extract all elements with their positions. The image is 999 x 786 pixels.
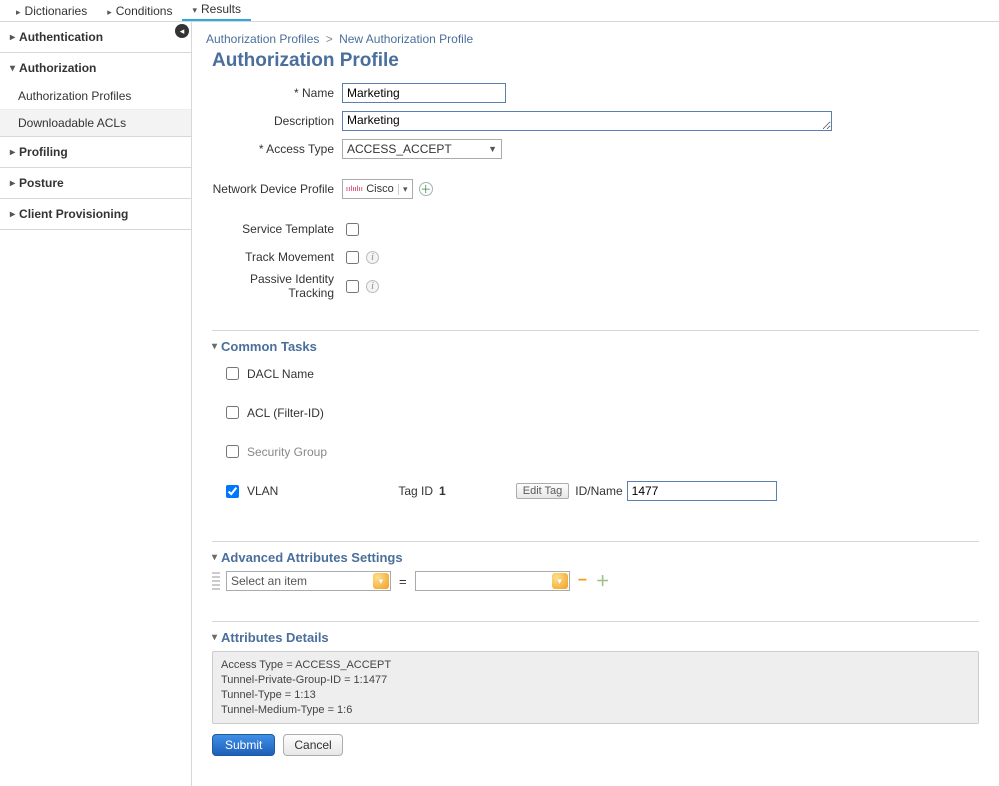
tab-label: Dictionaries xyxy=(25,4,88,18)
attribute-value-select[interactable] xyxy=(415,571,570,591)
sidebar-item-posture[interactable]: Posture xyxy=(0,168,191,198)
sidebar-item-profiling[interactable]: Profiling xyxy=(0,137,191,167)
sidebar-item-client-provisioning[interactable]: Client Provisioning xyxy=(0,199,191,229)
vlan-checkbox[interactable] xyxy=(226,485,239,498)
attribute-key-placeholder: Select an item xyxy=(227,573,373,589)
sidebar-item-authorization[interactable]: Authorization xyxy=(0,53,191,83)
attribute-value-placeholder xyxy=(416,580,552,582)
label-service-template: Service Template xyxy=(212,222,342,236)
main-panel: Authorization Profiles > New Authorizati… xyxy=(192,22,999,786)
detail-line: Tunnel-Private-Group-ID = 1:1477 xyxy=(221,673,970,688)
access-type-select[interactable]: ACCESS_ACCEPT ▼ xyxy=(342,139,502,159)
label-access-type: * Access Type xyxy=(212,142,342,156)
detail-line: Tunnel-Medium-Type = 1:6 xyxy=(221,703,970,718)
tag-id-label: Tag ID xyxy=(398,484,433,498)
detail-line: Tunnel-Type = 1:13 xyxy=(221,688,970,703)
add-row-button[interactable]: ＋ xyxy=(596,574,610,588)
breadcrumb: Authorization Profiles > New Authorizati… xyxy=(206,32,979,46)
label-passive-identity-tracking: Passive Identity Tracking xyxy=(212,272,342,300)
page-title: Authorization Profile xyxy=(212,50,979,72)
tab-dictionaries[interactable]: Dictionaries xyxy=(6,0,97,21)
tab-label: Results xyxy=(201,2,241,16)
cancel-button[interactable]: Cancel xyxy=(283,734,342,756)
vlan-label: VLAN xyxy=(247,484,278,498)
tag-id-value: 1 xyxy=(439,484,446,498)
cisco-logo-icon: ıılıılıı xyxy=(343,186,366,193)
breadcrumb-root[interactable]: Authorization Profiles xyxy=(206,32,319,46)
add-network-device-profile-button[interactable]: ＋ xyxy=(419,182,433,196)
tab-label: Conditions xyxy=(116,4,173,18)
acl-filter-id-checkbox[interactable] xyxy=(226,406,239,419)
tab-conditions[interactable]: Conditions xyxy=(97,0,182,21)
submit-button[interactable]: Submit xyxy=(212,734,275,756)
vlan-id-name-input[interactable] xyxy=(627,481,777,501)
chevron-down-icon: ▾ xyxy=(398,184,412,195)
sidebar-collapse-button[interactable]: ◂ xyxy=(175,24,189,38)
label-track-movement: Track Movement xyxy=(212,250,342,264)
access-type-value: ACCESS_ACCEPT xyxy=(347,142,452,156)
attributes-details-box: Access Type = ACCESS_ACCEPT Tunnel-Priva… xyxy=(212,651,979,724)
attribute-key-select[interactable]: Select an item xyxy=(226,571,391,591)
tab-results[interactable]: Results xyxy=(182,0,251,21)
section-advanced-attributes[interactable]: Advanced Attributes Settings xyxy=(212,550,979,565)
name-input[interactable] xyxy=(342,83,506,103)
top-tab-strip: Dictionaries Conditions Results xyxy=(0,0,999,22)
label-name: * Name xyxy=(212,86,342,100)
dacl-name-checkbox[interactable] xyxy=(226,367,239,380)
label-network-device-profile: Network Device Profile xyxy=(212,182,342,196)
chevron-down-icon: ▼ xyxy=(488,144,497,154)
equals-sign: = xyxy=(397,574,409,589)
service-template-checkbox[interactable] xyxy=(346,223,359,236)
info-icon[interactable]: i xyxy=(366,251,379,264)
sidebar: ◂ Authentication Authorization Authoriza… xyxy=(0,22,192,786)
chevron-down-icon xyxy=(552,573,568,589)
security-group-label: Security Group xyxy=(247,445,327,459)
description-input[interactable]: Marketing xyxy=(342,111,832,131)
section-common-tasks[interactable]: Common Tasks xyxy=(212,339,979,354)
breadcrumb-leaf[interactable]: New Authorization Profile xyxy=(339,32,473,46)
drag-handle-icon[interactable] xyxy=(212,572,220,590)
sidebar-item-authorization-profiles[interactable]: Authorization Profiles xyxy=(0,83,191,109)
security-group-checkbox[interactable] xyxy=(226,445,239,458)
network-device-profile-value: Cisco xyxy=(366,183,398,195)
dacl-name-label: DACL Name xyxy=(247,367,314,381)
sidebar-item-authentication[interactable]: Authentication xyxy=(0,22,191,52)
edit-tag-button[interactable]: Edit Tag xyxy=(516,483,570,499)
sidebar-item-downloadable-acls[interactable]: Downloadable ACLs xyxy=(0,109,191,136)
info-icon[interactable]: i xyxy=(366,280,379,293)
breadcrumb-sep: > xyxy=(323,32,336,46)
track-movement-checkbox[interactable] xyxy=(346,251,359,264)
passive-identity-tracking-checkbox[interactable] xyxy=(346,280,359,293)
network-device-profile-select[interactable]: ıılıılıı Cisco ▾ xyxy=(342,179,413,199)
section-attributes-details[interactable]: Attributes Details xyxy=(212,630,979,645)
detail-line: Access Type = ACCESS_ACCEPT xyxy=(221,658,970,673)
label-description: Description xyxy=(212,114,342,128)
remove-row-button[interactable]: − xyxy=(576,574,590,588)
id-name-label: ID/Name xyxy=(575,484,622,498)
acl-filter-id-label: ACL (Filter-ID) xyxy=(247,406,324,420)
chevron-down-icon xyxy=(373,573,389,589)
